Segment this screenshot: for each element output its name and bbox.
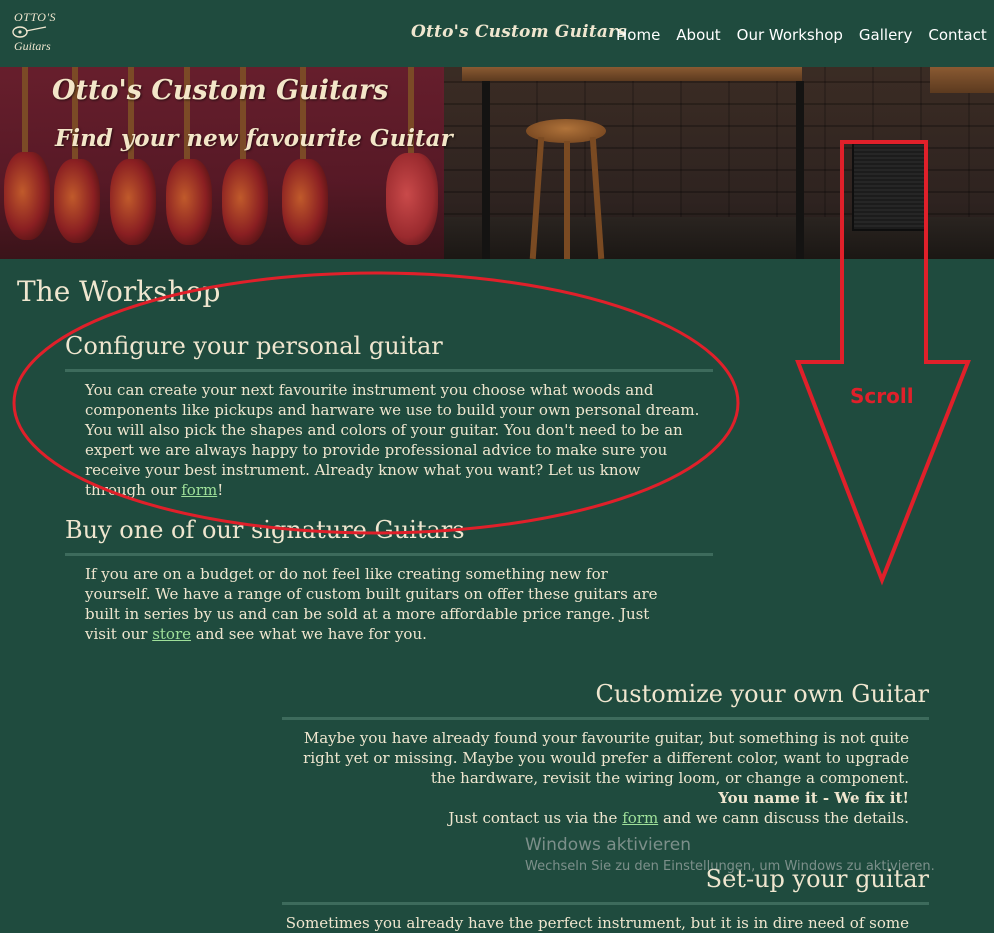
- nav-about[interactable]: About: [676, 26, 720, 44]
- hero-subtitle: Find your new favourite Guitar: [55, 125, 453, 152]
- page-title: The Workshop: [17, 275, 221, 308]
- section-setup: Set-up your guitar Sometimes you already…: [282, 865, 929, 933]
- workbench-leg: [482, 81, 490, 259]
- logo[interactable]: OTTO'S Guitars: [12, 10, 64, 56]
- guitar-image: [222, 159, 268, 245]
- watermark-title: Windows aktivieren: [525, 835, 692, 855]
- form-link[interactable]: form: [622, 809, 658, 827]
- guitar-image: [110, 159, 156, 245]
- hero-banner: Otto's Custom Guitars Find your new favo…: [0, 67, 994, 259]
- section-text-part: You can create your next favourite instr…: [85, 381, 700, 499]
- nav-contact[interactable]: Contact: [928, 26, 986, 44]
- section-heading: Customize your own Guitar: [595, 680, 929, 708]
- nav-home[interactable]: Home: [616, 26, 660, 44]
- section-customize: Customize your own Guitar Maybe you have…: [282, 680, 929, 828]
- logo-line2: Guitars: [14, 39, 51, 53]
- section-text: You can create your next favourite instr…: [65, 380, 713, 500]
- nav-our-workshop[interactable]: Our Workshop: [737, 26, 843, 44]
- workbench-top: [462, 67, 802, 81]
- watermark-subtitle: Wechseln Sie zu den Einstellungen, um Wi…: [525, 859, 935, 874]
- guitar-neck: [22, 67, 28, 157]
- shelf: [930, 67, 994, 93]
- section-text-part: Just contact us via the: [448, 809, 623, 827]
- brand-title[interactable]: Otto's Custom Guitars: [411, 22, 627, 42]
- site-header: OTTO'S Guitars Otto's Custom Guitars Hom…: [0, 0, 994, 67]
- guitar-logo-icon: [12, 26, 47, 38]
- section-text: Maybe you have already found your favour…: [282, 728, 929, 828]
- section-text: Sometimes you already have the perfect i…: [285, 914, 909, 932]
- section-emphasis: You name it - We fix it!: [718, 789, 909, 807]
- section-buy: Buy one of our signature Guitars If you …: [65, 516, 713, 644]
- section-divider: [282, 902, 929, 905]
- guitar-image: [386, 153, 438, 245]
- main-nav: Home About Our Workshop Gallery Contact: [616, 26, 994, 44]
- form-link[interactable]: form: [181, 481, 217, 499]
- section-text: If you are on a budget or do not feel li…: [65, 564, 713, 644]
- guitar-image: [4, 152, 50, 240]
- section-divider: [65, 553, 713, 556]
- windows-activation-watermark: Windows aktivieren Wechseln Sie zu den E…: [525, 835, 935, 874]
- workbench-leg: [796, 81, 804, 259]
- section-heading: Buy one of our signature Guitars: [65, 516, 465, 544]
- store-link[interactable]: store: [152, 625, 191, 643]
- section-text-part: Maybe you have already found your favour…: [303, 729, 909, 787]
- section-divider: [65, 369, 713, 372]
- section-heading: Configure your personal guitar: [65, 332, 443, 360]
- section-text-part: and see what we have for you.: [191, 625, 427, 643]
- guitar-image: [166, 159, 212, 245]
- hero-title: Otto's Custom Guitars: [52, 75, 389, 106]
- section-divider: [282, 717, 929, 720]
- amplifier: [852, 141, 926, 231]
- guitar-image: [282, 159, 328, 245]
- guitar-image: [54, 159, 100, 243]
- stool-leg: [564, 141, 570, 259]
- section-configure: Configure your personal guitar You can c…: [65, 332, 713, 500]
- nav-gallery[interactable]: Gallery: [859, 26, 912, 44]
- section-text-part: !: [217, 481, 224, 499]
- scroll-annotation-label: Scroll: [850, 384, 914, 408]
- section-text-part: and we cann discuss the details.: [658, 809, 909, 827]
